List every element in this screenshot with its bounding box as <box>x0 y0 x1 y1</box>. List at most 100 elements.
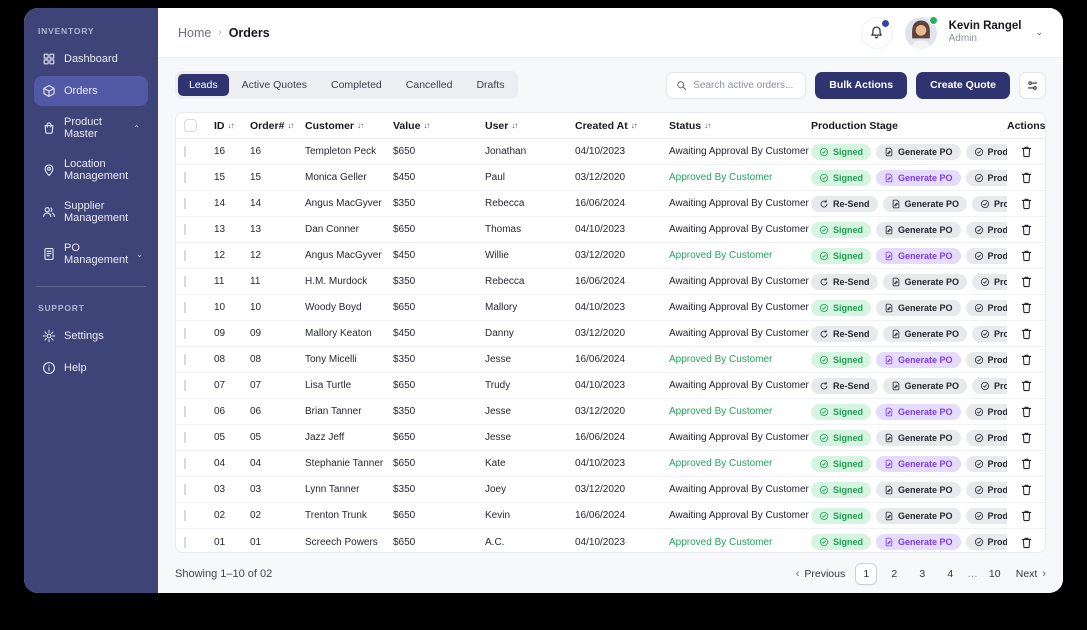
edit-button[interactable] <box>1007 353 1008 366</box>
stage-badge-re-send[interactable]: Re-Send <box>811 377 878 394</box>
edit-button[interactable] <box>1007 431 1008 444</box>
table-settings-button[interactable] <box>1019 71 1046 99</box>
row-checkbox[interactable] <box>184 328 186 339</box>
tab-active-quotes[interactable]: Active Quotes <box>231 74 318 96</box>
delete-button[interactable] <box>1020 171 1033 184</box>
stage-badge-production[interactable]: Production <box>972 273 1007 290</box>
stage-badge-production[interactable]: Production <box>972 377 1007 394</box>
breadcrumb-home[interactable]: Home <box>178 26 211 40</box>
edit-button[interactable] <box>1007 223 1008 236</box>
delete-button[interactable] <box>1020 457 1033 470</box>
edit-button[interactable] <box>1007 483 1008 496</box>
user-menu-chevron-down-icon[interactable]: ⌄ <box>1035 27 1043 38</box>
stage-badge-generate-po[interactable]: Generate PO <box>876 247 961 264</box>
row-checkbox[interactable] <box>184 354 186 365</box>
row-checkbox[interactable] <box>184 198 186 209</box>
delete-button[interactable] <box>1020 197 1033 210</box>
stage-badge-generate-po[interactable]: Generate PO <box>882 273 968 290</box>
stage-badge-signed[interactable]: Signed <box>811 507 872 524</box>
stage-badge-generate-po[interactable]: Generate PO <box>876 351 961 368</box>
row-checkbox[interactable] <box>184 224 186 235</box>
delete-button[interactable] <box>1020 483 1033 496</box>
notifications-button[interactable] <box>860 16 893 49</box>
sidebar-item-orders[interactable]: Orders <box>34 76 148 106</box>
sidebar-item-location-management[interactable]: Location Management <box>34 150 148 190</box>
row-checkbox[interactable] <box>184 276 186 287</box>
delete-button[interactable] <box>1020 509 1033 522</box>
stage-badge-signed[interactable]: Signed <box>811 247 872 264</box>
delete-button[interactable] <box>1020 145 1033 158</box>
search-input[interactable] <box>693 79 797 91</box>
stage-badge-signed[interactable]: Signed <box>811 481 872 498</box>
stage-badge-generate-po[interactable]: Generate PO <box>876 169 961 186</box>
tab-drafts[interactable]: Drafts <box>465 74 515 96</box>
stage-badge-production[interactable]: Production <box>965 247 1007 264</box>
page-button-1[interactable]: 1 <box>855 563 878 585</box>
stage-badge-re-send[interactable]: Re-Send <box>811 325 878 342</box>
row-checkbox[interactable] <box>184 510 186 521</box>
page-button-10[interactable]: 10 <box>984 563 1006 585</box>
row-checkbox[interactable] <box>184 250 186 261</box>
row-checkbox[interactable] <box>184 536 186 548</box>
stage-badge-generate-po[interactable]: Generate PO <box>876 299 961 316</box>
stage-badge-signed[interactable]: Signed <box>811 455 872 472</box>
stage-badge-production[interactable]: Production <box>965 534 1007 550</box>
stage-badge-signed[interactable]: Signed <box>811 429 872 446</box>
stage-badge-generate-po[interactable]: Generate PO <box>876 143 961 160</box>
delete-button[interactable] <box>1020 327 1033 340</box>
delete-button[interactable] <box>1020 405 1033 418</box>
delete-button[interactable] <box>1020 301 1033 314</box>
stage-badge-generate-po[interactable]: Generate PO <box>882 377 968 394</box>
edit-button[interactable] <box>1007 457 1008 470</box>
page-button-2[interactable]: 2 <box>883 563 905 585</box>
row-checkbox[interactable] <box>184 484 186 495</box>
stage-badge-generate-po[interactable]: Generate PO <box>882 325 968 342</box>
edit-button[interactable] <box>1007 405 1008 418</box>
stage-badge-generate-po[interactable]: Generate PO <box>876 481 961 498</box>
stage-badge-production[interactable]: Production <box>965 299 1007 316</box>
delete-button[interactable] <box>1020 353 1033 366</box>
stage-badge-signed[interactable]: Signed <box>811 221 872 238</box>
stage-badge-signed[interactable]: Signed <box>811 299 872 316</box>
stage-badge-signed[interactable]: Signed <box>811 351 872 368</box>
stage-badge-production[interactable]: Production <box>972 195 1007 212</box>
avatar[interactable] <box>904 15 938 49</box>
sidebar-item-help[interactable]: Help <box>34 353 148 383</box>
stage-badge-generate-po[interactable]: Generate PO <box>882 195 968 212</box>
delete-button[interactable] <box>1020 249 1033 262</box>
stage-badge-production[interactable]: Production <box>965 429 1007 446</box>
sidebar-item-product-master[interactable]: Product Master ⌃ <box>34 108 148 148</box>
edit-button[interactable] <box>1007 197 1008 210</box>
bulk-actions-button[interactable]: Bulk Actions <box>815 71 908 99</box>
column-header-id[interactable]: ID ↓↑ <box>214 120 250 132</box>
delete-button[interactable] <box>1020 379 1033 392</box>
row-checkbox[interactable] <box>184 406 186 417</box>
edit-button[interactable] <box>1007 171 1008 184</box>
stage-badge-generate-po[interactable]: Generate PO <box>876 534 961 550</box>
stage-badge-production[interactable]: Production <box>965 403 1007 420</box>
tab-completed[interactable]: Completed <box>320 74 393 96</box>
next-page-button[interactable]: Next › <box>1016 568 1046 580</box>
row-checkbox[interactable] <box>184 458 186 469</box>
edit-button[interactable] <box>1007 379 1008 392</box>
stage-badge-production[interactable]: Production <box>965 221 1007 238</box>
delete-button[interactable] <box>1020 223 1033 236</box>
column-header-status[interactable]: Status ↓↑ <box>669 120 811 132</box>
stage-badge-production[interactable]: Production <box>965 351 1007 368</box>
stage-badge-production[interactable]: Production <box>965 481 1007 498</box>
row-checkbox[interactable] <box>184 432 186 443</box>
stage-badge-re-send[interactable]: Re-Send <box>811 273 878 290</box>
stage-badge-production[interactable]: Production <box>965 169 1007 186</box>
sidebar-item-dashboard[interactable]: Dashboard <box>34 44 148 74</box>
sidebar-item-supplier-management[interactable]: Supplier Management <box>34 192 148 232</box>
row-checkbox[interactable] <box>184 146 186 157</box>
select-all-checkbox[interactable] <box>184 119 197 132</box>
stage-badge-production[interactable]: Production <box>972 325 1007 342</box>
column-header-value[interactable]: Value ↓↑ <box>393 120 485 132</box>
stage-badge-generate-po[interactable]: Generate PO <box>876 429 961 446</box>
sidebar-item-po-management[interactable]: PO Management ⌄ <box>34 234 148 274</box>
stage-badge-production[interactable]: Production <box>965 143 1007 160</box>
create-quote-button[interactable]: Create Quote <box>916 71 1010 99</box>
stage-badge-signed[interactable]: Signed <box>811 143 872 160</box>
stage-badge-signed[interactable]: Signed <box>811 534 872 550</box>
